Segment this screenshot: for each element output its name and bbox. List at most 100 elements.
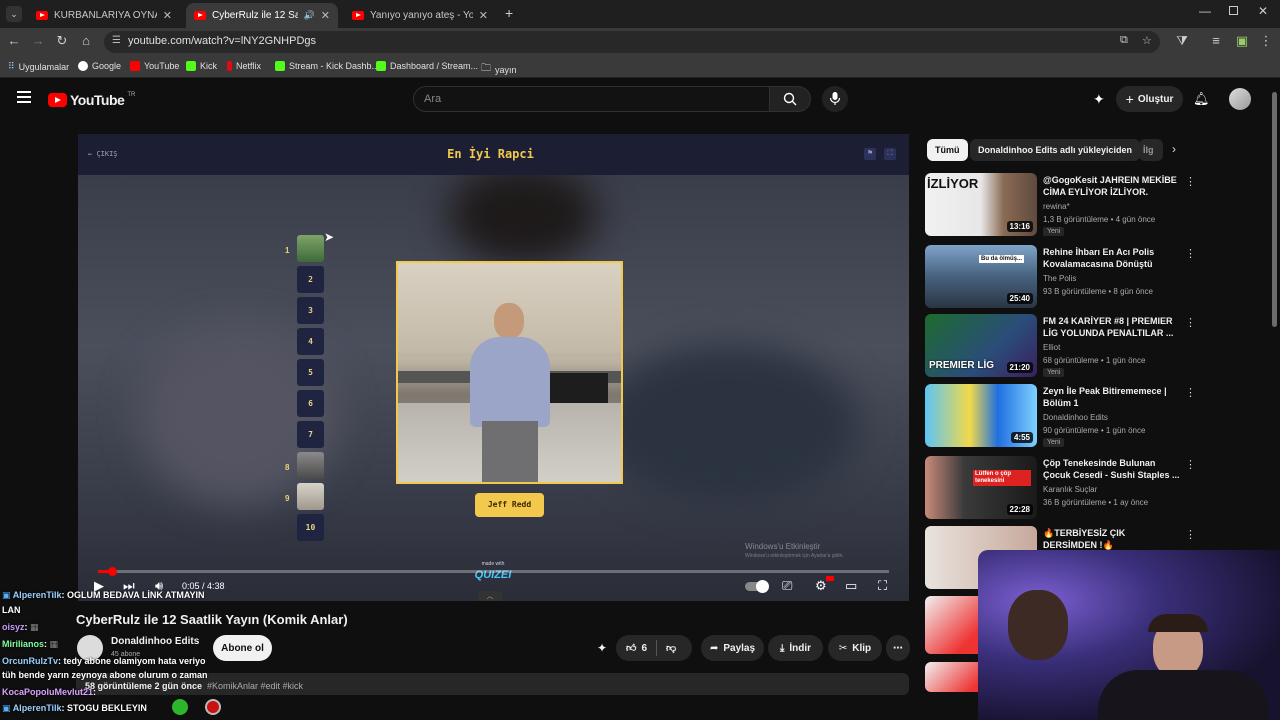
more-actions-button[interactable]: ⋯ bbox=[886, 635, 910, 661]
fullscreen-quiz-icon[interactable]: ⛶ bbox=[884, 148, 896, 160]
candidate-name-button[interactable]: Jeff Redd bbox=[475, 493, 544, 517]
notifications-bell-icon[interactable]: 🔔︎ bbox=[1193, 91, 1210, 107]
bookmark-apps[interactable]: ⠿ Uygulamalar bbox=[8, 61, 69, 72]
rank-slot-8[interactable] bbox=[297, 452, 324, 479]
extensions-icon[interactable]: ⧩ bbox=[1174, 33, 1190, 49]
theater-mode-icon[interactable]: ▭ bbox=[845, 578, 857, 594]
settings-gear-icon[interactable]: ⚙ bbox=[815, 578, 827, 594]
video-thumbnail[interactable]: 4:55 bbox=[925, 384, 1037, 447]
back-arrow-icon[interactable]: ← bbox=[6, 33, 22, 49]
forward-arrow-icon[interactable]: → bbox=[30, 33, 46, 49]
page-scrollbar[interactable] bbox=[1272, 92, 1277, 327]
address-bar[interactable]: ☰ youtube.com/watch?v=lNY2GNHPDgs ⧉ ☆ bbox=[104, 31, 1160, 53]
collapse-chevron-icon[interactable]: ︿ bbox=[478, 591, 502, 601]
video-thumbnail[interactable]: Lütfen o çöp tenekesini 22:28 bbox=[925, 456, 1037, 519]
chevron-right-icon[interactable]: › bbox=[1172, 142, 1176, 156]
dislike-icon[interactable]: 👎︎ bbox=[666, 642, 676, 654]
search-input[interactable]: Ara bbox=[413, 86, 770, 112]
reload-icon[interactable]: ↻ bbox=[54, 33, 70, 49]
rank-slot-6[interactable]: 6 bbox=[297, 390, 324, 417]
subscribe-button[interactable]: Abone ol bbox=[213, 635, 272, 661]
cast-icon[interactable]: ⧉ bbox=[1120, 34, 1128, 47]
video-player[interactable]: ← ÇIKIŞ En İyi Rapci ⚑ ⛶ 1 2 3 4 5 6 7 8… bbox=[78, 134, 909, 601]
rank-slot-5[interactable]: 5 bbox=[297, 359, 324, 386]
rank-slot-4[interactable]: 4 bbox=[297, 328, 324, 355]
download-button[interactable]: ⤓ İndir bbox=[768, 635, 823, 661]
video-thumbnail[interactable]: İZLİYOR 13:16 bbox=[925, 173, 1037, 236]
filter-chip-uploader[interactable]: Donaldinhoo Edits adlı yükleyiciden bbox=[970, 139, 1141, 161]
bookmark-google[interactable]: Google bbox=[78, 61, 121, 71]
voice-search-button[interactable] bbox=[822, 86, 848, 112]
bookmark-dashboard[interactable]: Dashboard / Stream... bbox=[376, 61, 478, 71]
bookmark-youtube[interactable]: YouTube bbox=[130, 61, 179, 71]
more-options-icon[interactable]: ⋮ bbox=[1185, 247, 1196, 260]
subtitles-icon[interactable]: ⎚ bbox=[782, 578, 792, 594]
video-tags[interactable]: #KomikAnlar #edit #kick bbox=[207, 681, 303, 691]
microphone-icon bbox=[829, 92, 841, 105]
filter-chip-related[interactable]: İlg bbox=[1139, 139, 1163, 161]
rank-slot-7[interactable]: 7 bbox=[297, 421, 324, 448]
channel-name[interactable]: Donaldinhoo Edits bbox=[111, 636, 199, 647]
site-info-icon[interactable]: ☰ bbox=[112, 35, 121, 46]
menu-hamburger-icon[interactable] bbox=[17, 91, 31, 103]
more-options-icon[interactable]: ⋮ bbox=[1185, 316, 1196, 329]
account-avatar[interactable] bbox=[1229, 88, 1251, 110]
youtube-logo[interactable]: YouTube TR bbox=[48, 92, 135, 108]
progress-bar[interactable] bbox=[98, 567, 889, 576]
more-options-icon[interactable]: ⋮ bbox=[1185, 528, 1196, 541]
tab-search-button[interactable]: ⌄ bbox=[6, 6, 22, 22]
recommendation-item[interactable]: Bu da ölmüş... 25:40 Rehine İhbarı En Ac… bbox=[925, 245, 1265, 309]
new-tab-button[interactable]: + bbox=[505, 5, 513, 21]
clip-button[interactable]: ✂ Klip bbox=[828, 635, 882, 661]
flag-icon[interactable]: ⚑ bbox=[864, 148, 876, 160]
bookmark-kick[interactable]: Kick bbox=[186, 61, 217, 71]
more-options-icon[interactable]: ⋮ bbox=[1185, 458, 1196, 471]
search-button[interactable] bbox=[769, 86, 811, 112]
video-thumbnail[interactable] bbox=[925, 662, 978, 692]
rank-slot-2[interactable]: 2 bbox=[297, 266, 324, 293]
browser-tab-3[interactable]: Yanıyo yanıyo ateş - YouTube ✕ bbox=[344, 3, 496, 28]
like-icon[interactable]: 👍︎ bbox=[626, 642, 636, 654]
premium-gem-icon[interactable]: ✦ bbox=[1093, 91, 1105, 108]
close-tab-icon[interactable]: ✕ bbox=[321, 9, 330, 22]
rank-slot-1[interactable] bbox=[297, 235, 324, 262]
google-icon bbox=[78, 61, 88, 71]
rank-slot-9[interactable] bbox=[297, 483, 324, 510]
premium-gem-icon[interactable]: ✦ bbox=[597, 641, 607, 655]
chat-message: ▣ AlperenTilk: STOGU BEKLEYIN bbox=[2, 703, 147, 713]
recommendation-item[interactable]: 4:55 Zeyn İle Peak Bitirememece | Bölüm … bbox=[925, 384, 1265, 448]
close-window-button[interactable]: ✕ bbox=[1258, 4, 1268, 18]
close-tab-icon[interactable]: ✕ bbox=[163, 9, 172, 22]
more-options-icon[interactable]: ⋮ bbox=[1185, 386, 1196, 399]
autoplay-toggle[interactable] bbox=[745, 580, 769, 593]
filter-chip-all[interactable]: Tümü bbox=[927, 139, 968, 161]
rank-slot-10[interactable]: 10 bbox=[297, 514, 324, 541]
browser-tab-1[interactable]: KURBANLARIYA OYNAYAN SERİ ✕ bbox=[28, 3, 180, 28]
video-thumbnail[interactable]: PREMIER LİG 21:20 bbox=[925, 314, 1037, 377]
bookmark-kick-dashboard[interactable]: Stream - Kick Dashb... bbox=[275, 61, 379, 71]
video-thumbnail[interactable] bbox=[925, 596, 978, 654]
close-tab-icon[interactable]: ✕ bbox=[479, 9, 488, 22]
bookmark-star-icon[interactable]: ☆ bbox=[1142, 34, 1152, 47]
more-options-icon[interactable]: ⋮ bbox=[1185, 175, 1196, 188]
home-icon[interactable]: ⌂ bbox=[78, 33, 94, 49]
restore-window-button[interactable] bbox=[1229, 6, 1238, 15]
chat-message: tüh bende yarın zeynoya abone olurum o z… bbox=[2, 670, 208, 680]
exit-link[interactable]: ← ÇIKIŞ bbox=[88, 150, 118, 158]
browser-menu-icon[interactable]: ⋮ bbox=[1258, 33, 1274, 49]
video-thumbnail[interactable]: Bu da ölmüş... 25:40 bbox=[925, 245, 1037, 308]
recommendation-item[interactable]: İZLİYOR 13:16 @GogoKesit JAHREIN MEKİBE … bbox=[925, 173, 1265, 237]
browser-tab-2[interactable]: CyberRulz ile 12 Saatlik Yayı 🔊 ✕ bbox=[186, 3, 338, 28]
speaker-icon[interactable]: 🔊 bbox=[304, 10, 315, 21]
bookmark-folder-yayin[interactable]: 🗀 yayın bbox=[481, 61, 517, 78]
share-button[interactable]: ➦ Paylaş bbox=[701, 635, 764, 661]
extension-avatar-icon[interactable]: ▣ bbox=[1234, 33, 1250, 49]
bookmark-netflix[interactable]: Netflix bbox=[227, 61, 261, 71]
recommendation-item[interactable]: PREMIER LİG 21:20 FM 24 KARİYER #8 | PRE… bbox=[925, 314, 1265, 378]
fullscreen-icon[interactable]: ⛶ bbox=[878, 578, 887, 594]
minimize-window-button[interactable]: — bbox=[1199, 4, 1211, 18]
rank-slot-3[interactable]: 3 bbox=[297, 297, 324, 324]
create-button[interactable]: + Oluştur bbox=[1116, 86, 1183, 112]
recommendation-item[interactable]: Lütfen o çöp tenekesini 22:28 Çöp Teneke… bbox=[925, 456, 1265, 520]
media-control-icon[interactable]: ≡ bbox=[1208, 33, 1224, 49]
